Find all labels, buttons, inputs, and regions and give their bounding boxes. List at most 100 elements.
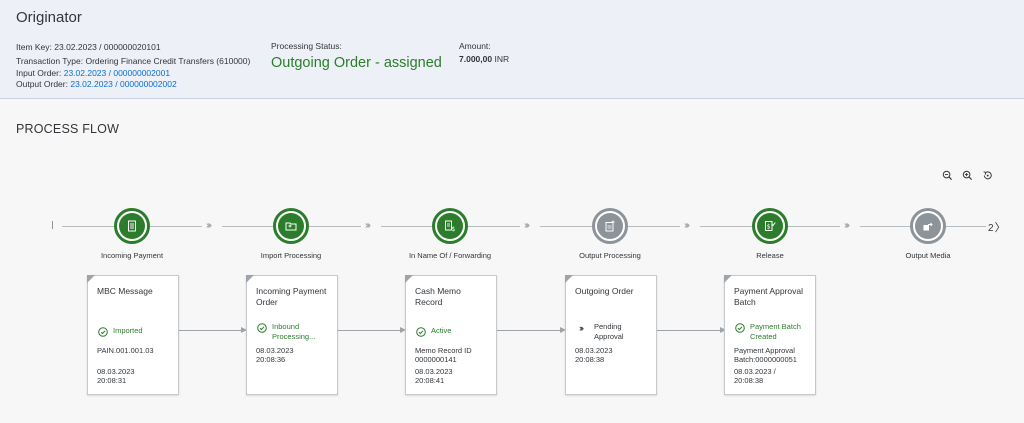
amount-currency: INR (494, 54, 510, 64)
lane-chevron-icon: ››› (524, 220, 530, 231)
lane-connector (540, 226, 593, 227)
lane-connector (150, 226, 202, 227)
success-check-icon (734, 322, 745, 333)
lane-connector (381, 226, 433, 227)
zoom-out-button[interactable] (960, 168, 974, 182)
node-time: 20:08:31 (97, 376, 127, 385)
lane-connector (788, 226, 840, 227)
lane-header-incoming-payment[interactable] (114, 208, 150, 244)
processing-status-value: Outgoing Order - assigned (271, 55, 442, 71)
process-node-payment-approval-batch[interactable]: Payment Approval Batch Payment Batch Cre… (724, 275, 816, 395)
svg-text:$: $ (767, 224, 771, 231)
node-connector (497, 330, 560, 331)
process-node-cash-memo-record[interactable]: Cash Memo Record Active Memo Record ID 0… (405, 275, 497, 395)
node-time: 20:08:38 (734, 376, 764, 385)
lane-connector (946, 226, 986, 227)
process-node-mbc-message[interactable]: MBC Message Imported PAIN.001.001.03 08.… (87, 275, 179, 395)
node-detail: Batch:0000000051 (734, 355, 797, 364)
node-title: Cash Memo Record (415, 286, 461, 307)
document-add-icon (605, 220, 615, 232)
node-status: Payment Batch Created (734, 322, 814, 342)
node-time: 20:08:36 (256, 355, 286, 364)
node-status: Inbound Processing... (256, 322, 334, 342)
lane-connector (468, 226, 520, 227)
document-list-icon (128, 220, 136, 232)
output-order-label: Output Order: (16, 79, 71, 89)
lane-header-output-processing[interactable] (592, 208, 628, 244)
node-status-text: Payment Batch Created (750, 322, 801, 341)
node-status: ››› Pending Approval (575, 322, 635, 342)
lane-connector (700, 226, 753, 227)
process-node-incoming-payment-order[interactable]: Incoming Payment Order Inbound Processin… (246, 275, 338, 395)
process-node-outgoing-order[interactable]: Outgoing Order ››› Pending Approval 08.0… (565, 275, 657, 395)
lane-label: Output Processing (579, 251, 641, 260)
lane-end-marker[interactable]: 2〉 (988, 219, 1006, 235)
lane-connector (860, 226, 912, 227)
lane-label: In Name Of / Forwarding (408, 251, 492, 260)
lane-chevron-icon: ››› (206, 220, 212, 231)
section-title: PROCESS FLOW (16, 122, 120, 136)
zoom-out-icon (962, 170, 972, 180)
lane-end-number: 2 (988, 223, 994, 234)
output-order-link[interactable]: 23.02.2023 / 000000002002 (70, 79, 176, 89)
success-check-icon (415, 326, 426, 337)
lane-connector (222, 226, 274, 227)
lane-start-marker (52, 221, 53, 229)
svg-text:$: $ (451, 226, 455, 232)
node-detail: 0000000141 (415, 355, 457, 364)
node-status-text: Inbound Processing... (272, 322, 316, 341)
lane-header-in-name-of-forwarding[interactable]: $ (432, 208, 468, 244)
folder-open-icon (285, 222, 297, 231)
node-time: 20:08:41 (415, 376, 445, 385)
export-icon (923, 222, 933, 231)
lane-label: Import Processing (260, 251, 322, 260)
lane-chevron-icon: ››› (365, 220, 371, 231)
node-connector (338, 330, 400, 331)
lane-connector (628, 226, 680, 227)
node-detail: PAIN.001.001.03 (97, 346, 154, 355)
output-order: Output Order: 23.02.2023 / 000000002002 (16, 78, 177, 90)
transaction-type: Transaction Type: Ordering Finance Credi… (16, 56, 251, 66)
approval-icon: $ (765, 221, 776, 231)
zoom-in-button[interactable] (940, 168, 954, 182)
node-connector (657, 330, 720, 331)
amount-value: 7.000,00 INR (459, 54, 509, 64)
lane-connector (62, 226, 116, 227)
success-check-icon (256, 322, 267, 333)
lane-chevron-icon: ››› (684, 220, 690, 231)
input-order-link[interactable]: 23.02.2023 / 000000002001 (64, 68, 170, 78)
input-order-label: Input Order: (16, 68, 64, 78)
node-connector (179, 330, 241, 331)
lane-label: Output Media (905, 251, 951, 260)
lane-label: Release (756, 251, 784, 260)
processing-status-label: Processing Status: (271, 41, 342, 51)
chevron-right-icon: 〉 (994, 222, 1006, 234)
node-title: MBC Message (97, 286, 153, 296)
lane-header-import-processing[interactable] (273, 208, 309, 244)
node-status: Active (415, 326, 451, 337)
node-status-text: Imported (113, 326, 143, 335)
node-status-text: Active (431, 326, 452, 335)
page-title: Originator (16, 9, 82, 26)
object-header: Originator Item Key: 23.02.2023 / 000000… (0, 0, 1024, 99)
money-document-icon: $ (445, 220, 455, 232)
pending-chevrons-icon: ››› (579, 322, 584, 333)
lane-chevron-icon: ››› (844, 220, 850, 231)
lane-label: Incoming Payment (100, 251, 164, 260)
lane-header-release[interactable]: $ (752, 208, 788, 244)
lane-connector (309, 226, 361, 227)
item-key: Item Key: 23.02.2023 / 000000020101 (16, 42, 161, 52)
amount-label: Amount: (459, 41, 491, 51)
zoom-in-icon (942, 170, 952, 180)
reset-zoom-icon (982, 170, 992, 179)
success-check-icon (97, 326, 108, 337)
reset-zoom-button[interactable] (980, 168, 994, 182)
node-status: Imported (97, 326, 143, 337)
node-status-text: Pending Approval (594, 322, 624, 341)
lane-header-output-media[interactable] (910, 208, 946, 244)
amount-number: 7.000,00 (459, 54, 493, 64)
node-title: Outgoing Order (575, 286, 634, 296)
node-title: Payment Approval Batch (734, 286, 803, 307)
node-title: Incoming Payment Order (256, 286, 327, 307)
node-time: 20:08:38 (575, 355, 605, 364)
